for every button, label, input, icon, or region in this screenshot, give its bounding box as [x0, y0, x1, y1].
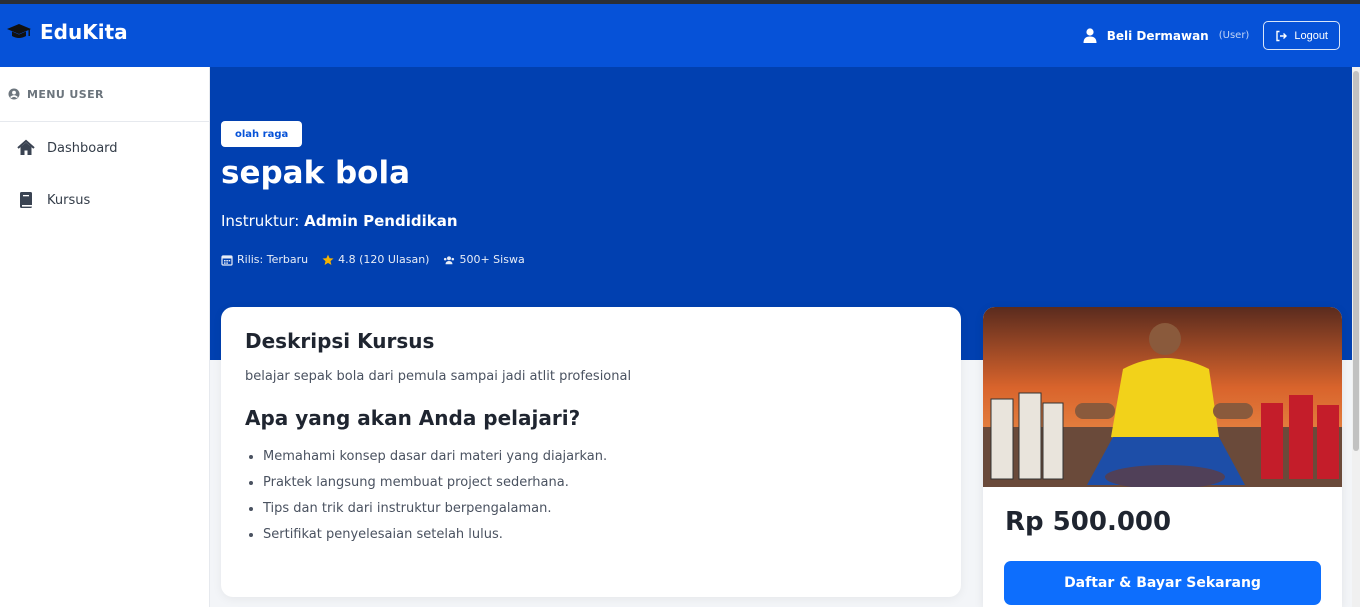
course-title: sepak bola	[221, 155, 411, 191]
sidebar-header-label: MENU USER	[27, 87, 104, 101]
scrollbar-thumb[interactable]	[1353, 71, 1359, 451]
calendar-icon	[221, 254, 233, 266]
home-icon	[17, 139, 35, 155]
star-icon	[322, 254, 334, 265]
learn-heading: Apa yang akan Anda pelajari?	[245, 406, 581, 430]
user-name: Beli Dermawan	[1106, 28, 1209, 43]
user-icon	[1083, 28, 1097, 43]
description-heading: Deskripsi Kursus	[245, 329, 435, 353]
rating-info: 4.8 (120 Ulasan)	[322, 253, 429, 266]
rating-text: 4.8 (120 Ulasan)	[338, 253, 430, 266]
book-icon	[20, 192, 32, 208]
brand-logo[interactable]: EduKita	[6, 20, 128, 44]
description-text: belajar sepak bola dari pemula sampai ja…	[245, 369, 632, 384]
instructor-name: Admin Pendidikan	[304, 212, 458, 230]
sidebar-header: MENU USER	[0, 67, 209, 122]
brand-name: EduKita	[40, 20, 128, 44]
list-item: Sertifikat penyelesaian setelah lulus.	[263, 522, 937, 548]
sidebar-item-kursus[interactable]: Kursus	[0, 174, 209, 226]
learn-list: Memahami konsep dasar dari materi yang d…	[245, 444, 937, 548]
user-circle-icon	[8, 88, 20, 100]
instructor-line: Instruktur: Admin Pendidikan	[221, 212, 458, 230]
students-info: 500+ Siswa	[443, 253, 525, 266]
release-text: Rilis: Terbaru	[237, 253, 309, 266]
course-price: Rp 500.000	[1005, 507, 1172, 537]
students-text: 500+ Siswa	[459, 253, 525, 266]
sidebar-item-label: Dashboard	[47, 140, 118, 156]
course-meta: Rilis: Terbaru 4.8 (120 Ulasan) 500+ Sis…	[221, 253, 525, 266]
list-item: Memahami konsep dasar dari materi yang d…	[263, 444, 937, 470]
user-area: Beli Dermawan (User) Logout	[1083, 21, 1340, 50]
price-card: Rp 500.000 Daftar & Bayar Sekarang	[983, 307, 1342, 607]
graduation-cap-icon	[7, 24, 31, 38]
enroll-pay-button[interactable]: Daftar & Bayar Sekarang	[1004, 561, 1321, 605]
user-role: (User)	[1218, 30, 1250, 41]
list-item: Praktek langsung membuat project sederha…	[263, 470, 937, 496]
category-badge: olah raga	[221, 121, 303, 147]
instructor-label: Instruktur:	[221, 212, 300, 230]
top-navbar: EduKita Beli Dermawan (User) Logout	[0, 4, 1360, 67]
logout-button[interactable]: Logout	[1263, 21, 1340, 50]
sidebar-item-dashboard[interactable]: Dashboard	[0, 122, 209, 174]
logout-icon	[1276, 30, 1288, 41]
sidebar-item-label: Kursus	[47, 192, 91, 208]
release-info: Rilis: Terbaru	[221, 253, 308, 266]
logout-label: Logout	[1294, 29, 1328, 42]
description-card: Deskripsi Kursus belajar sepak bola dari…	[221, 307, 961, 597]
sidebar: MENU USER Dashboard Kursus	[0, 67, 210, 607]
course-thumbnail	[983, 307, 1342, 487]
page-scrollbar[interactable]	[1352, 67, 1360, 607]
users-icon	[444, 255, 455, 264]
list-item: Tips dan trik dari instruktur berpengala…	[263, 496, 937, 522]
